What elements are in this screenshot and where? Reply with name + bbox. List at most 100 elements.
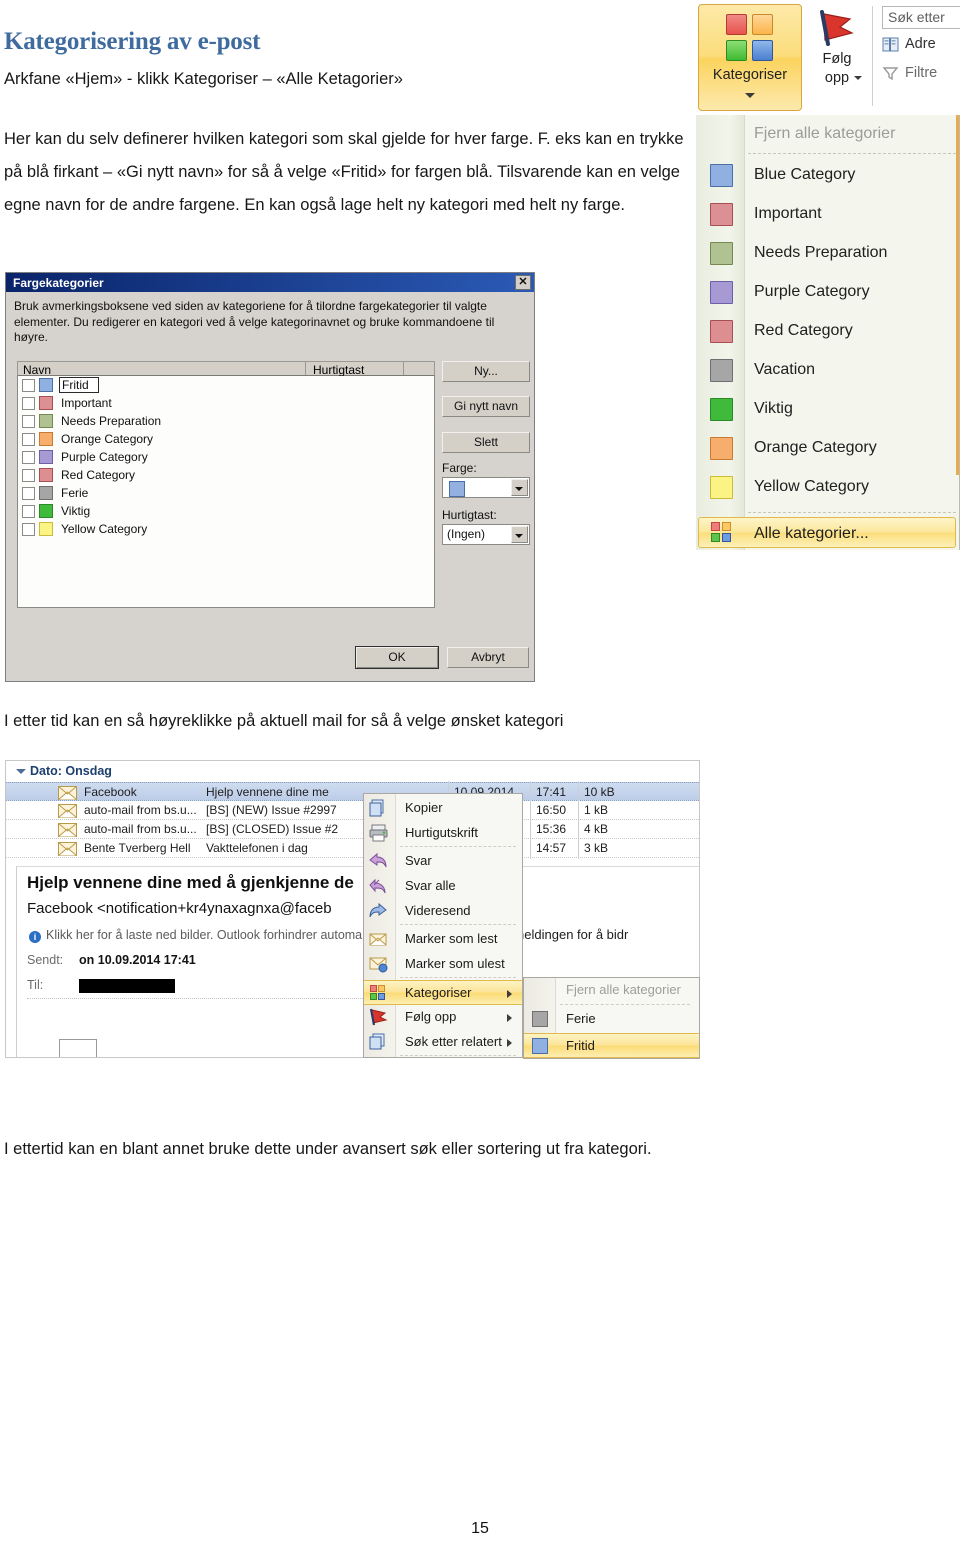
category-row[interactable]: Orange Category xyxy=(18,430,434,448)
category-checkbox[interactable] xyxy=(22,378,35,392)
dropdown-item-category[interactable]: Needs Preparation xyxy=(696,234,959,272)
mail-sender: Facebook xyxy=(84,785,137,799)
chevron-down-icon[interactable] xyxy=(511,479,528,496)
dropdown-item-category[interactable]: Yellow Category xyxy=(696,468,959,506)
category-row[interactable]: Red Category xyxy=(18,466,434,484)
mail-context-menu[interactable]: Kopier Hurtigutskrift Svar Svar alle Videres… xyxy=(363,793,523,1058)
context-menu-item[interactable]: Kopier xyxy=(364,796,522,821)
category-checkbox[interactable] xyxy=(22,486,35,500)
menu-divider xyxy=(400,1055,516,1056)
followup-ribbon-label: Følg opp xyxy=(806,50,868,88)
context-menu-item[interactable]: Kategoriser xyxy=(364,980,522,1005)
dropdown-item-category[interactable]: Vacation xyxy=(696,351,959,389)
context-menu-item[interactable]: Svar alle xyxy=(364,874,522,899)
context-menu-item[interactable]: Svar xyxy=(364,849,522,874)
category-name[interactable]: Orange Category xyxy=(61,432,153,446)
mail-unread-icon xyxy=(369,957,388,973)
shortcut-select[interactable]: (Ingen) xyxy=(442,524,530,545)
close-icon[interactable]: ✕ xyxy=(515,275,531,290)
category-name[interactable]: Important xyxy=(61,396,112,410)
category-checkbox[interactable] xyxy=(22,522,35,536)
color-select[interactable] xyxy=(442,477,530,498)
category-row[interactable]: Ferie xyxy=(18,484,434,502)
categorize-dropdown-menu[interactable]: Fjern alle kategorier Blue Category Impor… xyxy=(696,115,960,550)
context-menu-item[interactable]: Videresend xyxy=(364,899,522,924)
category-name[interactable]: Needs Preparation xyxy=(61,414,161,428)
delete-category-button[interactable]: Slett xyxy=(442,432,530,453)
cancel-button[interactable]: Avbryt xyxy=(447,647,529,668)
category-checkbox[interactable] xyxy=(22,396,35,410)
categorize-ribbon-button[interactable]: Kategoriser xyxy=(698,4,802,111)
context-menu-item[interactable]: Marker som lest xyxy=(364,927,522,952)
submenu-arrow-icon xyxy=(507,1014,512,1022)
category-checkbox[interactable] xyxy=(22,468,35,482)
context-menu-label: Videresend xyxy=(405,903,471,918)
dropdown-item-clear-all[interactable]: Fjern alle kategorier xyxy=(696,115,959,153)
date-group-header[interactable]: Dato: Onsdag xyxy=(6,763,699,781)
category-name[interactable]: Fritid xyxy=(59,377,99,393)
category-row[interactable]: Yellow Category xyxy=(18,520,434,538)
category-name[interactable]: Yellow Category xyxy=(61,522,147,536)
context-menu-label: Søk etter relatert xyxy=(405,1034,502,1049)
category-name[interactable]: Viktig xyxy=(61,504,90,518)
category-color-swatch xyxy=(710,280,733,304)
shortcut-label: Hurtigtast: xyxy=(442,508,497,522)
dropdown-item-category[interactable]: Blue Category xyxy=(696,156,959,194)
submenu-item-category[interactable]: Ferie xyxy=(524,1007,699,1032)
dropdown-item-all-categories[interactable]: Alle kategorier... xyxy=(696,515,959,550)
page-title: Kategorisering av e-post xyxy=(4,28,261,55)
menu-divider xyxy=(400,924,516,925)
context-menu-label: Svar alle xyxy=(405,878,456,893)
category-name[interactable]: Purple Category xyxy=(61,450,148,464)
new-category-button[interactable]: Ny... xyxy=(442,361,530,382)
dropdown-item-category[interactable]: Red Category xyxy=(696,312,959,350)
category-list[interactable]: Fritid Important Needs Preparation Orange C… xyxy=(17,376,435,608)
search-input[interactable]: Søk etter xyxy=(882,6,960,29)
category-row[interactable]: Needs Preparation xyxy=(18,412,434,430)
category-color-swatch xyxy=(39,378,53,392)
dropdown-item-category[interactable]: Important xyxy=(696,195,959,233)
category-checkbox[interactable] xyxy=(22,414,35,428)
followup-ribbon-button[interactable]: Følg opp xyxy=(806,4,868,111)
dropdown-item-category[interactable]: Orange Category xyxy=(696,429,959,467)
category-row[interactable]: Viktig xyxy=(18,502,434,520)
rename-category-button[interactable]: Gi nytt navn xyxy=(442,396,530,417)
mail-row[interactable]: Facebook Hjelp vennene dine me 10.09.2014 1… xyxy=(6,782,699,801)
submenu-item-clear-all[interactable]: Fjern alle kategorier xyxy=(524,978,699,1003)
filter-button[interactable]: Filtre xyxy=(882,65,937,81)
context-menu-item[interactable]: Følg opp xyxy=(364,1005,522,1030)
dropdown-item-category[interactable]: Purple Category xyxy=(696,273,959,311)
categorize-submenu[interactable]: Fjern alle kategorier Ferie Fritid xyxy=(523,977,700,1059)
mail-row[interactable]: Bente Tverberg Hell Vakttelefonen i dag 14… xyxy=(6,839,699,858)
categories-icon xyxy=(726,14,774,62)
column-divider xyxy=(578,781,579,859)
dropdown-all-categories-label: Alle kategorier... xyxy=(754,525,869,542)
dialog-titlebar: Fargekategorier ✕ xyxy=(6,273,534,292)
context-menu-item[interactable]: Søk etter relatert xyxy=(364,1030,522,1055)
category-checkbox[interactable] xyxy=(22,504,35,518)
dropdown-category-label: Important xyxy=(754,205,822,222)
intro-paragraph: Her kan du selv definerer hvilken katego… xyxy=(4,130,684,214)
ok-button[interactable]: OK xyxy=(355,646,439,669)
attachment-thumbnail[interactable] xyxy=(59,1039,97,1057)
mail-row[interactable]: auto-mail from bs.u... [BS] (CLOSED) Issu… xyxy=(6,820,699,839)
category-row[interactable]: Important xyxy=(18,394,434,412)
dropdown-item-category[interactable]: Viktig xyxy=(696,390,959,428)
chevron-down-icon[interactable] xyxy=(511,526,528,543)
category-row[interactable]: Purple Category xyxy=(18,448,434,466)
address-book-button[interactable]: Adre xyxy=(882,36,936,52)
category-checkbox[interactable] xyxy=(22,432,35,446)
submenu-clear-all-label: Fjern alle kategorier xyxy=(566,982,681,997)
category-checkbox[interactable] xyxy=(22,450,35,464)
category-name[interactable]: Ferie xyxy=(61,486,88,500)
category-row[interactable]: Fritid xyxy=(18,376,434,394)
mail-size: 3 kB xyxy=(584,841,609,855)
context-menu-label: Kategoriser xyxy=(405,985,472,1000)
submenu-item-category[interactable]: Fritid xyxy=(524,1033,699,1058)
mail-row[interactable]: auto-mail from bs.u... [BS] (NEW) Issue #… xyxy=(6,801,699,820)
context-menu-item[interactable]: Marker som ulest xyxy=(364,952,522,977)
download-images-infobar[interactable]: i Klikk her for å laste ned bilder. Outlo… xyxy=(29,928,362,943)
email-subject: Hjelp vennene dine med å gjenkjenne de xyxy=(27,873,354,892)
context-menu-item[interactable]: Hurtigutskrift xyxy=(364,821,522,846)
category-name[interactable]: Red Category xyxy=(61,468,135,482)
